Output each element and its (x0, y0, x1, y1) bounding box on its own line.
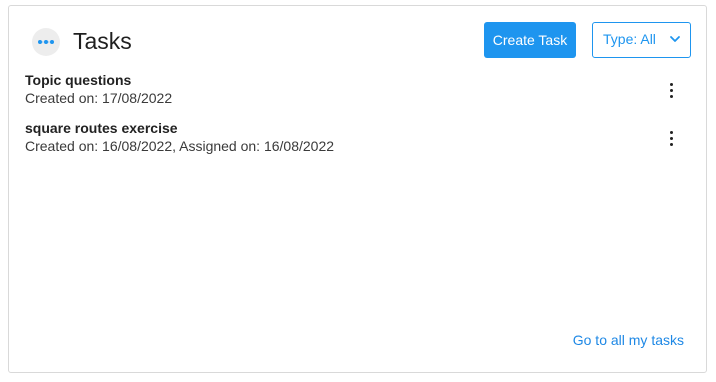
task-meta: Created on: 16/08/2022, Assigned on: 16/… (25, 138, 335, 154)
type-filter-label: Type: All (603, 31, 656, 47)
task-name[interactable]: square routes exercise (25, 119, 706, 137)
tasks-card: Tasks Create Task Type: All Topic questi… (8, 5, 707, 373)
timeline-dots-icon (32, 28, 60, 56)
task-item-square-routes-exercise[interactable]: square routes exercise Created on: 16/08… (25, 119, 706, 156)
card-header: Tasks Create Task Type: All (9, 6, 706, 72)
task-name[interactable]: Topic questions (25, 71, 706, 89)
create-task-button[interactable]: Create Task (484, 22, 576, 58)
all-tasks-link[interactable]: Go to all my tasks (573, 332, 684, 348)
more-vertical-icon[interactable] (663, 129, 681, 149)
chevron-down-icon (670, 36, 680, 42)
page-title: Tasks (73, 28, 132, 54)
task-meta: Created on: 17/08/2022 (25, 90, 173, 106)
type-filter-dropdown[interactable]: Type: All (592, 22, 691, 58)
task-item-topic-questions[interactable]: Topic questions Created on: 17/08/2022 (25, 71, 706, 108)
more-vertical-icon[interactable] (663, 81, 681, 101)
